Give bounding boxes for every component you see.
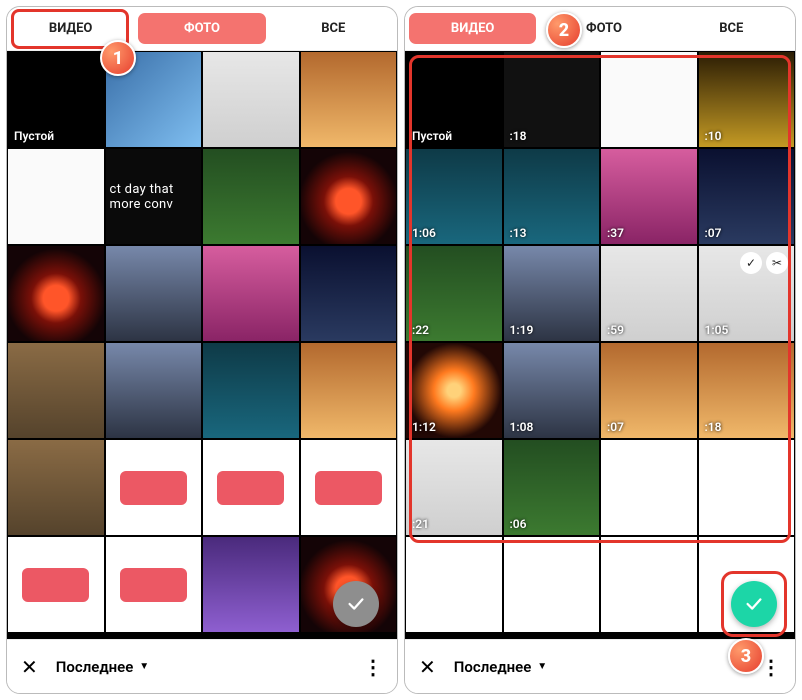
thumb-blank [503,536,601,633]
duration: :18 [510,129,527,143]
duration: :07 [607,420,624,434]
thumb[interactable] [300,148,398,245]
thumb-blank [405,536,503,633]
tabs-left: ВИДЕО ФОТО ВСЕ [7,7,397,51]
thumb[interactable]: 1:08 [503,342,601,439]
check-icon: ✓ [740,252,762,274]
check-icon [743,593,765,615]
confirm-fab-disabled[interactable] [333,581,379,627]
scissors-icon: ✂ [766,252,788,274]
duration: :10 [705,129,722,143]
album-selector[interactable]: Последнее ▼ [56,658,149,676]
duration: :07 [705,226,722,240]
close-icon[interactable]: ✕ [419,655,436,679]
thumb[interactable]: 1:12 [405,342,503,439]
tab-all[interactable]: ВСЕ [270,7,397,50]
thumb[interactable] [105,439,203,536]
thumb-text[interactable]: ct day that more conv [105,148,203,245]
check-icon [345,593,367,615]
thumb-empty[interactable]: Пустой [7,51,105,148]
thumb[interactable]: :18 [503,51,601,148]
bottom-bar: ✕ Последнее ▼ ⋮ [7,639,397,693]
thumb[interactable]: 1:19 [503,245,601,342]
duration: :37 [607,226,624,240]
thumb[interactable]: :37 [600,148,698,245]
chevron-down-icon: ▼ [139,661,149,672]
thumb[interactable]: :59 [600,245,698,342]
thumb[interactable] [202,245,300,342]
thumb[interactable]: :18 [698,342,796,439]
duration: :06 [510,517,527,531]
tab-video[interactable]: ВИДЕО [409,13,536,44]
thumb[interactable]: :22 [405,245,503,342]
thumb[interactable] [202,536,300,633]
step-badge-2: 2 [546,12,582,48]
thumb[interactable]: 1:06 [405,148,503,245]
thumb[interactable]: :10 [698,51,796,148]
duration: :18 [705,420,722,434]
step-badge-1: 1 [100,40,136,76]
thumb[interactable] [105,536,203,633]
thumb[interactable]: :07 [698,148,796,245]
thumb[interactable]: :21 [405,439,503,536]
more-icon[interactable]: ⋮ [363,655,383,679]
thumb-selected[interactable]: ✓ ✂ 1:05 [698,245,796,342]
more-icon[interactable]: ⋮ [761,655,781,679]
duration: 1:12 [412,420,436,434]
thumb[interactable] [300,439,398,536]
album-label: Последнее [454,658,532,676]
thumb[interactable] [202,342,300,439]
empty-label: Пустой [14,129,54,143]
album-selector[interactable]: Последнее ▼ [454,658,547,676]
thumb[interactable] [600,51,698,148]
duration: 1:08 [510,420,534,434]
thumb[interactable] [202,51,300,148]
screen-left: ВИДЕО ФОТО ВСЕ Пустой ct day that more c… [6,6,398,694]
duration: 1:05 [705,323,729,337]
thumb[interactable] [300,245,398,342]
duration: :22 [412,323,429,337]
duration: 1:06 [412,226,436,240]
chevron-down-icon: ▼ [537,661,547,672]
thumb-blank [698,439,796,536]
thumb-empty[interactable]: Пустой [405,51,503,148]
thumb[interactable] [202,148,300,245]
thumb[interactable] [300,342,398,439]
thumb[interactable] [7,439,105,536]
screen-right: ВИДЕО ФОТО ВСЕ Пустой :18 :10 1:06 :13 :… [404,6,796,694]
thumb[interactable] [300,51,398,148]
video-grid-right: Пустой :18 :10 1:06 :13 :37 :07 :22 1:19… [405,51,795,639]
thumb[interactable] [7,342,105,439]
confirm-fab[interactable] [731,581,777,627]
thumb[interactable]: :13 [503,148,601,245]
thumb[interactable]: :06 [503,439,601,536]
thumb-text-content: ct day that more conv [110,182,198,212]
thumb[interactable] [105,342,203,439]
duration: 1:19 [510,323,534,337]
album-label: Последнее [56,658,134,676]
thumb[interactable] [202,439,300,536]
thumb-blank [600,536,698,633]
thumb[interactable] [7,536,105,633]
close-icon[interactable]: ✕ [21,655,38,679]
thumb-blank [600,439,698,536]
empty-label: Пустой [412,129,452,143]
tab-all[interactable]: ВСЕ [668,7,795,50]
thumb[interactable] [105,245,203,342]
thumb[interactable] [7,148,105,245]
tab-photo[interactable]: ФОТО [138,13,265,44]
duration: :21 [412,517,429,531]
step-badge-3: 3 [728,638,764,674]
photo-grid-left: Пустой ct day that more conv [7,51,397,639]
duration: :59 [607,323,624,337]
thumb[interactable] [7,245,105,342]
duration: :13 [510,226,527,240]
thumb[interactable]: :07 [600,342,698,439]
tabs-right: ВИДЕО ФОТО ВСЕ [405,7,795,51]
